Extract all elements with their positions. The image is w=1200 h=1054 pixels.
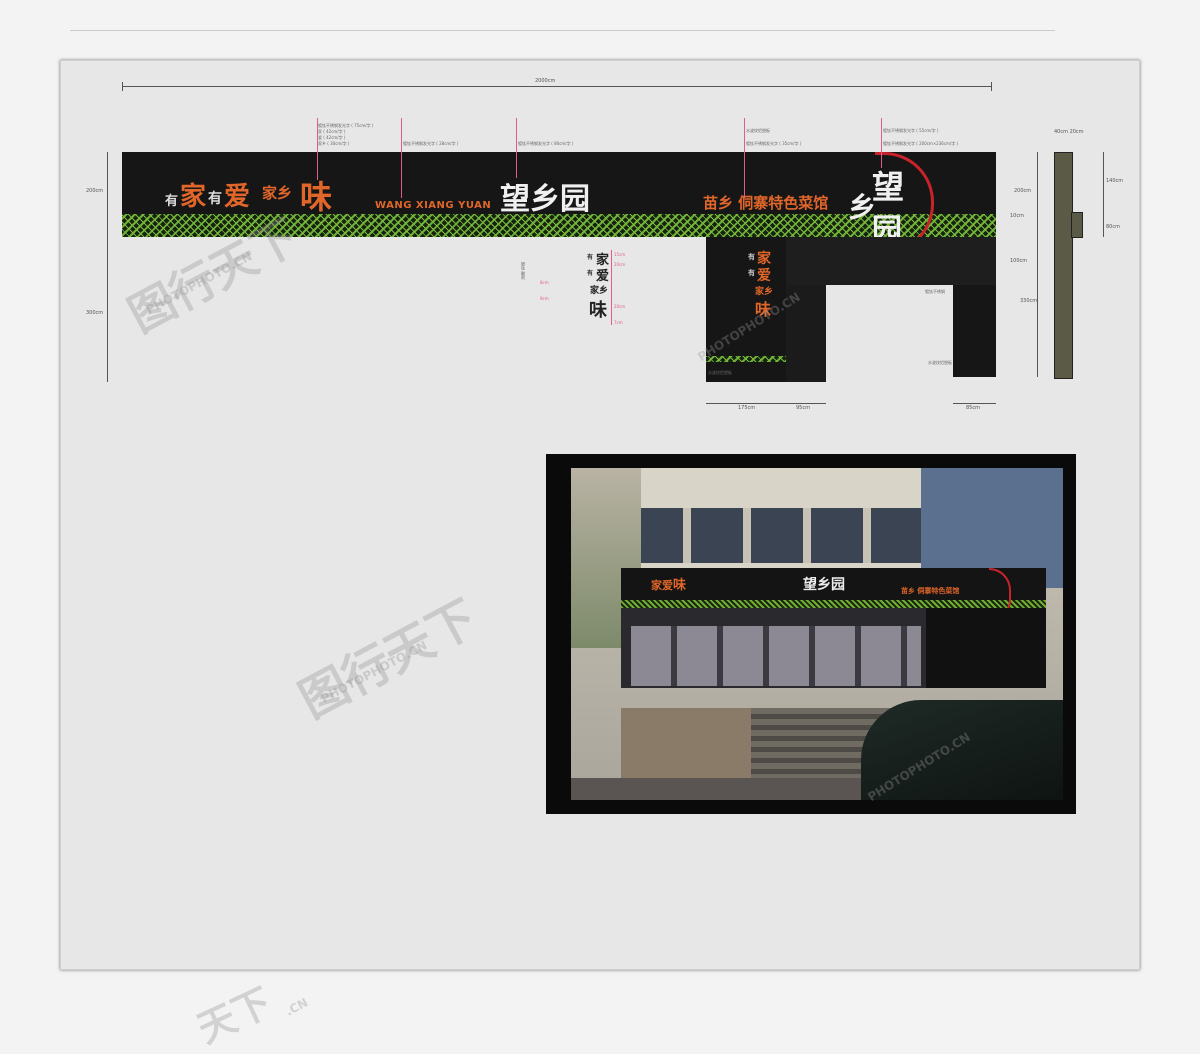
pillar-ai: 爱 xyxy=(757,268,771,284)
overall-width-tick-left xyxy=(122,82,123,91)
photo-sign-pattern xyxy=(621,600,1046,608)
photo-portal xyxy=(926,608,1046,688)
photo-sign-slogan: 家爱味 xyxy=(651,574,721,593)
photo-shop-windows xyxy=(631,626,921,686)
detail-v7: 7cm xyxy=(614,320,623,325)
slogan-you-2: 有 xyxy=(208,191,222,207)
side-h2-label: 80cm xyxy=(1106,224,1120,230)
detail-v2: 15cm xyxy=(614,252,626,257)
brand-name: 望乡园 xyxy=(500,182,590,217)
right-h2-label: 10cm xyxy=(1010,213,1024,219)
slogan-wei: 味 xyxy=(300,178,333,216)
annotation-a5: 镀钛不锈钢发光字 ( 28cm/字 ) xyxy=(403,141,459,146)
annotation-a10: 镀钛不锈钢发光字 ( 200cm×236cm/字 ) xyxy=(883,141,959,146)
photo-slogan-jia: 家 xyxy=(651,579,662,592)
detail-v1: 镀钛 雕刻 xyxy=(521,262,526,280)
annotation-a11: 镀钛不锈钢 xyxy=(925,289,945,294)
logo-char-wang: 望 xyxy=(872,168,905,206)
annotation-a12: 水波纹铝塑板 xyxy=(928,360,952,365)
pinyin-text: WANG XIANG YUAN xyxy=(375,200,492,211)
detail-ai: 爱 xyxy=(596,269,610,284)
right-h4-label: 330cm xyxy=(1020,298,1038,304)
overall-width-line xyxy=(122,86,992,87)
watermark-cn-bottom: 天下 xyxy=(190,979,279,1052)
detail-v4: 20cm xyxy=(614,262,626,267)
slogan-jia: 家 xyxy=(180,182,207,212)
annotation-line-2 xyxy=(401,118,402,198)
overall-width-tick-right xyxy=(991,82,992,91)
left-height-line xyxy=(107,152,108,382)
detail-v6: 20cm xyxy=(614,304,626,309)
bottom-dim-line-1 xyxy=(706,403,826,404)
pillar-you-2: 有 xyxy=(748,268,755,277)
detail-v3: 8cm xyxy=(540,280,549,285)
slogan-you-1: 有 xyxy=(165,194,179,209)
annotation-line-5 xyxy=(881,118,882,168)
side-height-line xyxy=(1103,152,1104,237)
annotation-a6: 镀钛不锈钢发光字 ( 80cm/字 ) xyxy=(518,141,574,146)
portal-opening xyxy=(826,285,953,382)
left-height-bottom-label: 300cm xyxy=(86,310,104,316)
bottom-w3-label: 85cm xyxy=(966,405,980,411)
portal-frame-top xyxy=(786,237,996,285)
left-height-top-label: 200cm xyxy=(86,188,104,194)
watermark-en-bottom: .CN xyxy=(283,995,311,1019)
photo-slogan-wei: 味 xyxy=(673,578,687,593)
detail-pink-line xyxy=(611,250,612,325)
photo-sign-brand: 望乡园 xyxy=(803,577,845,593)
detail-wei: 味 xyxy=(589,300,607,321)
annotation-line-3 xyxy=(516,118,517,178)
slogan-ai: 爱 xyxy=(224,182,251,212)
right-h3-label: 100cm xyxy=(1010,258,1028,264)
annotation-line-4 xyxy=(744,118,745,198)
photo-slogan-ai: 爱 xyxy=(662,579,673,592)
detail-you-2: 有 xyxy=(587,270,594,277)
right-h1-label: 200cm xyxy=(1014,188,1032,194)
bottom-w1-label: 175cm xyxy=(738,405,756,411)
detail-you-1: 有 xyxy=(587,254,594,261)
side-elevation-bump xyxy=(1071,212,1083,238)
overall-width-label: 2000cm xyxy=(535,78,556,84)
annotation-a8: 镀钛不锈钢发光字 ( 35cm/字 ) xyxy=(746,141,802,146)
outer-dimension-line xyxy=(70,30,1055,31)
side-elevation xyxy=(1054,152,1073,379)
side-h1-label: 140cm xyxy=(1106,178,1124,184)
detail-jiaxiang: 家乡 xyxy=(590,286,609,296)
storefront-photo: 家爱味 望乡园 苗乡 侗寨特色菜馆 xyxy=(571,468,1063,800)
side-width-label: 40cm 20cm xyxy=(1054,129,1084,135)
photo-sign-tagline: 苗乡 侗寨特色菜馆 xyxy=(901,587,960,595)
bottom-dim-line-2 xyxy=(953,403,996,404)
detail-v5: 9cm xyxy=(540,296,549,301)
annotation-a13: 水波纹铝塑板 xyxy=(708,370,732,375)
bottom-w2-label: 95cm xyxy=(796,405,810,411)
tagline-text: 苗乡 侗寨特色菜馆 xyxy=(703,194,829,212)
pillar-pattern-strip xyxy=(706,356,786,362)
right-height-line xyxy=(1037,152,1038,377)
annotation-a7: 水波纹铝塑板 xyxy=(746,128,770,133)
annotation-a4: 家乡 ( 30cm/字 ) xyxy=(318,141,350,146)
right-pillar xyxy=(953,285,996,377)
pillar-you-1: 有 xyxy=(748,252,755,261)
annotation-a9: 镀钛不锈钢发光字 ( 55cm/字 ) xyxy=(883,128,939,133)
